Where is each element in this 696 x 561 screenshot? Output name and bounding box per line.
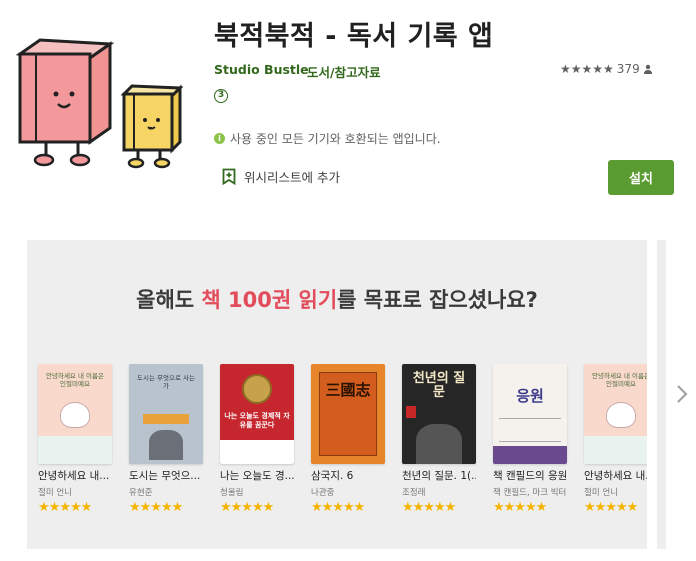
screenshot-headline: 올해도 책 100권 읽기를 목표로 잡으셨나요? — [27, 284, 647, 314]
wishlist-label: 위시리스트에 추가 — [244, 170, 340, 185]
book-author: 유현준 — [129, 488, 153, 498]
bookmark-add-icon — [222, 168, 236, 185]
headline-part: 올해도 — [136, 288, 202, 312]
book-cover: 나는 오늘도 경제적 자유를 꿈꾼다 — [220, 364, 294, 464]
book-title: 천년의 질문. 1(... — [402, 470, 476, 482]
book-cover: 천년의 질문 — [402, 364, 476, 464]
book-author: 절미 언니 — [584, 488, 618, 498]
book-cover: 도시는 무엇으로 사는가 — [129, 364, 203, 464]
book-card: 안녕하세요 내 이름은 인절미예요 안녕하세요 내... 절미 언니 ★★★★★ — [38, 364, 112, 515]
content-rating-badge: 3 — [214, 89, 228, 103]
cover-text: 응원 — [516, 387, 544, 405]
category-link[interactable]: 도서/참고자료 — [307, 62, 381, 81]
book-cover: 三國志 — [311, 364, 385, 464]
book-title: 책 캔필드의 응원 — [493, 470, 567, 482]
compatibility-notice: i 사용 중인 모든 기기와 호환되는 앱입니다. — [214, 130, 441, 147]
cover-text: 안녕하세요 내 이름은 인절미예요 — [46, 372, 104, 389]
app-icon — [14, 38, 186, 174]
book-card: 천년의 질문 천년의 질문. 1(... 조정래 ★★★★★ — [402, 364, 476, 515]
install-button[interactable]: 설치 — [608, 160, 674, 195]
book-card: 나는 오늘도 경제적 자유를 꿈꾼다 나는 오늘도 경... 청울림 ★★★★★ — [220, 364, 294, 515]
screenshot-image[interactable]: 올해도 책 100권 읽기를 목표로 잡으셨나요? 안녕하세요 내 이름은 인절… — [27, 240, 647, 549]
book-rating-stars: ★★★★★ — [38, 500, 92, 515]
cover-text: 안녕하세요 내 이름은 인절미예요 — [592, 372, 647, 389]
cover-text: 나는 오늘도 경제적 자유를 꿈꾼다 — [224, 412, 290, 430]
developer-link[interactable]: Studio Bustle — [214, 62, 309, 77]
book-cover: 안녕하세요 내 이름은 인절미예요 — [38, 364, 112, 464]
book-title: 안녕하세요 내... — [584, 470, 647, 482]
book-author: 나관중 — [311, 488, 335, 498]
info-icon: i — [214, 133, 225, 144]
book-card: 응원 책 캔필드의 응원 잭 캔필드, 마크 빅터... ★★★★★ — [493, 364, 567, 515]
compatibility-text: 사용 중인 모든 기기와 호환되는 앱입니다. — [230, 132, 441, 146]
rating-count: 379 — [616, 62, 640, 76]
book-rating-stars: ★★★★★ — [129, 500, 183, 515]
book-author: 조정래 — [402, 488, 426, 498]
book-rating-stars: ★★★★★ — [584, 500, 638, 515]
book-title: 도시는 무엇으... — [129, 470, 201, 482]
cover-text: 천년의 질문 — [412, 371, 466, 401]
book-rating-stars: ★★★★★ — [311, 500, 365, 515]
book-author: 잭 캔필드, 마크 빅터... — [493, 488, 567, 498]
book-card: 안녕하세요 내 이름은 인절미예요 안녕하세요 내... 절미 언니 ★★★★★ — [584, 364, 647, 515]
rating: ★★★★★ 379 — [560, 62, 653, 76]
app-title: 북적북적 - 독서 기록 앱 — [214, 21, 494, 52]
next-screenshot-peek[interactable] — [657, 240, 666, 549]
wishlist-button[interactable]: 위시리스트에 추가 — [222, 167, 340, 186]
book-cover: 응원 — [493, 364, 567, 464]
book-title: 안녕하세요 내... — [38, 470, 110, 482]
chevron-right-icon[interactable] — [676, 384, 688, 410]
headline-highlight: 책 100권 읽기 — [201, 288, 338, 312]
book-author: 청울림 — [220, 488, 244, 498]
book-cover: 안녕하세요 내 이름은 인절미예요 — [584, 364, 647, 464]
book-title: 삼국지. 6 — [311, 470, 354, 482]
headline-part: 를 목표로 잡으셨나요? — [337, 288, 538, 312]
book-card: 도시는 무엇으로 사는가 도시는 무엇으... 유현준 ★★★★★ — [129, 364, 203, 515]
book-rating-stars: ★★★★★ — [220, 500, 274, 515]
cover-text: 三國志 — [325, 381, 371, 399]
cover-text: 도시는 무엇으로 사는가 — [137, 374, 195, 391]
book-card: 三國志 삼국지. 6 나관중 ★★★★★ — [311, 364, 385, 515]
book-author: 절미 언니 — [38, 488, 72, 498]
book-rating-stars: ★★★★★ — [402, 500, 456, 515]
book-title: 나는 오늘도 경... — [220, 470, 294, 482]
person-icon — [643, 64, 652, 74]
star-icon: ★★★★★ — [560, 62, 614, 76]
book-rating-stars: ★★★★★ — [493, 500, 547, 515]
